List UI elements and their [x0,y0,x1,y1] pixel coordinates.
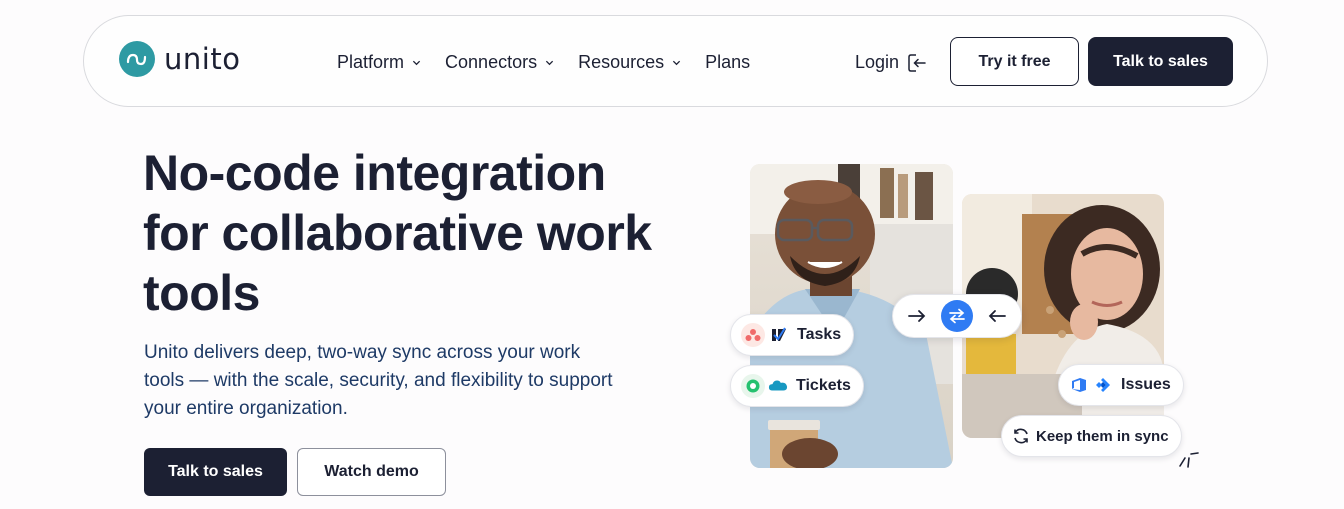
tickets-chip: Tickets [730,365,864,407]
top-navigation: unito Platform Connectors Resources Plan… [83,15,1268,107]
issues-chip: Issues [1058,364,1184,406]
refresh-icon [1014,428,1028,444]
arrow-right-icon [908,310,926,322]
sync-direction-control [892,294,1022,338]
tasks-label: Tasks [797,326,842,343]
try-free-button[interactable]: Try it free [950,37,1079,86]
nav-talk-to-sales-button[interactable]: Talk to sales [1088,37,1233,86]
menu-connectors[interactable]: Connectors [445,52,554,73]
chevron-down-icon [412,60,421,66]
two-way-sync-icon [941,300,973,332]
arrow-left-icon [988,310,1006,322]
chevron-down-icon [673,60,681,66]
hero-headline: No-code integration for collaborative wo… [143,145,652,321]
jira-icon [1093,375,1113,395]
asana-icon [741,323,765,347]
unito-logo-mark-icon [119,41,155,77]
tasks-chip: Tasks [730,314,855,356]
menu-platform[interactable]: Platform [337,52,421,73]
menu-resources-label: Resources [578,52,665,72]
menu-plans-label: Plans [705,52,751,72]
salesforce-icon [768,376,788,396]
monday-check-icon [769,325,789,345]
tickets-label: Tickets [796,377,851,394]
watch-demo-button[interactable]: Watch demo [297,448,446,496]
login-icon [908,53,926,72]
issues-label: Issues [1121,376,1171,393]
hero-talk-to-sales-button[interactable]: Talk to sales [144,448,287,496]
chevron-down-icon [545,60,554,66]
hero-subcopy: Unito delivers deep, two-way sync across… [144,342,613,419]
keep-in-sync-chip: Keep them in sync [1001,415,1182,457]
menu-connectors-label: Connectors [445,52,538,72]
sparkle-accent-icon [1179,452,1199,468]
unito-logo[interactable]: unito [119,41,240,77]
login-link[interactable]: Login [855,52,927,73]
menu-resources[interactable]: Resources [578,52,681,73]
login-label: Login [855,52,900,72]
main-menu: Platform Connectors Resources Plans [337,52,774,73]
azure-devops-icon [1069,375,1089,395]
logo-wordmark: unito [164,42,241,76]
menu-platform-label: Platform [337,52,405,72]
keep-in-sync-label: Keep them in sync [1036,427,1169,445]
freshdesk-icon [741,374,765,398]
menu-plans[interactable]: Plans [705,52,750,73]
